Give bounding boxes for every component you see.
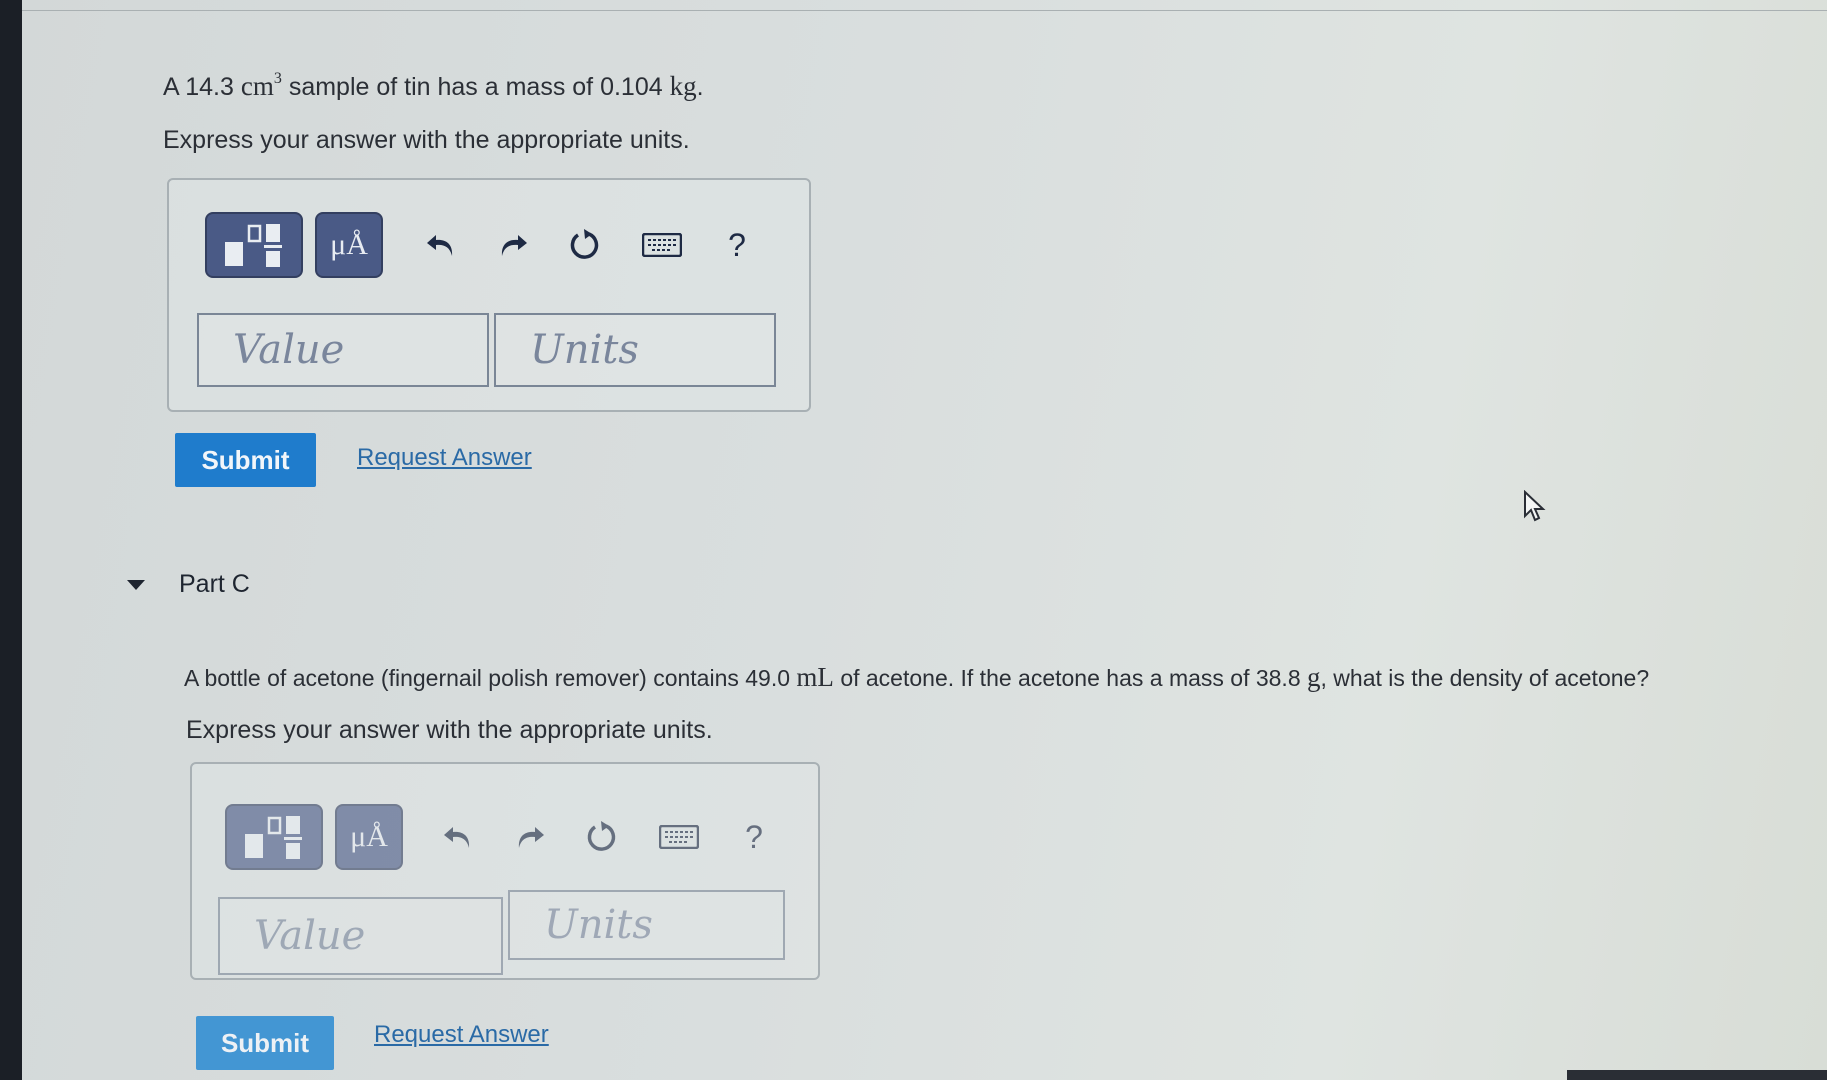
screen-bezel [1567,1070,1827,1080]
submit-button[interactable]: Submit [196,1016,334,1070]
reset-button[interactable] [560,220,610,270]
keyboard-icon [642,233,682,257]
part-c-question: A bottle of acetone (fingernail polish r… [184,662,1649,693]
redo-button[interactable] [488,220,538,270]
screen-bezel [0,0,22,1080]
unit-g: g [1307,662,1321,692]
question-text: A 14.3 [163,73,234,101]
question-text: . [696,73,704,101]
reset-button[interactable] [577,812,627,862]
help-button[interactable]: ? [729,812,779,862]
request-answer-link[interactable]: Request Answer [374,1021,549,1049]
part-b-question: A 14.3 cm3 sample of tin has a mass of 0… [163,70,704,102]
units-input[interactable]: Units [508,890,785,960]
keyboard-icon [659,825,699,849]
request-answer-link[interactable]: Request Answer [357,444,532,472]
part-b-instruction: Express your answer with the appropriate… [163,126,690,154]
units-input[interactable]: Units [494,313,776,387]
redo-button[interactable] [505,812,555,862]
undo-button[interactable] [433,812,483,862]
unit-ml: mL [796,662,834,692]
unit-kg: kg [669,71,697,101]
unit-cm: cm [240,71,274,101]
undo-icon [444,827,470,848]
submit-button[interactable]: Submit [175,433,316,487]
value-input[interactable]: Value [218,897,503,975]
templates-button[interactable] [225,804,323,870]
collapse-caret-icon[interactable] [127,579,145,590]
keyboard-button[interactable] [632,220,692,270]
units-button[interactable]: μÅ [335,804,403,870]
reset-icon [587,821,616,851]
part-c-toolbar: μÅ ? [225,804,779,870]
mouse-cursor-icon [1524,490,1546,522]
undo-icon [427,235,453,256]
redo-icon [518,827,544,848]
undo-button[interactable] [416,220,466,270]
templates-button[interactable] [205,212,303,278]
part-c-label: Part C [179,570,250,598]
unit-exponent: 3 [273,70,282,87]
question-text: A bottle of acetone (fingernail polish r… [184,665,791,691]
part-b-toolbar: μÅ ? [205,212,762,278]
reset-icon [570,229,599,259]
question-text: , what is the density of acetone? [1320,665,1650,691]
help-button[interactable]: ? [712,220,762,270]
part-c-header[interactable]: Part C [127,570,250,599]
fraction-template-icon [245,816,302,859]
divider [22,10,1827,11]
fraction-template-icon [225,224,282,267]
part-c-instruction: Express your answer with the appropriate… [186,716,713,744]
units-button[interactable]: μÅ [315,212,383,278]
value-input[interactable]: Value [197,313,489,387]
keyboard-button[interactable] [649,812,709,862]
question-text: sample of tin has a mass of 0.104 [288,73,663,101]
question-text: of acetone. If the acetone has a mass of… [840,665,1301,691]
redo-icon [501,235,527,256]
